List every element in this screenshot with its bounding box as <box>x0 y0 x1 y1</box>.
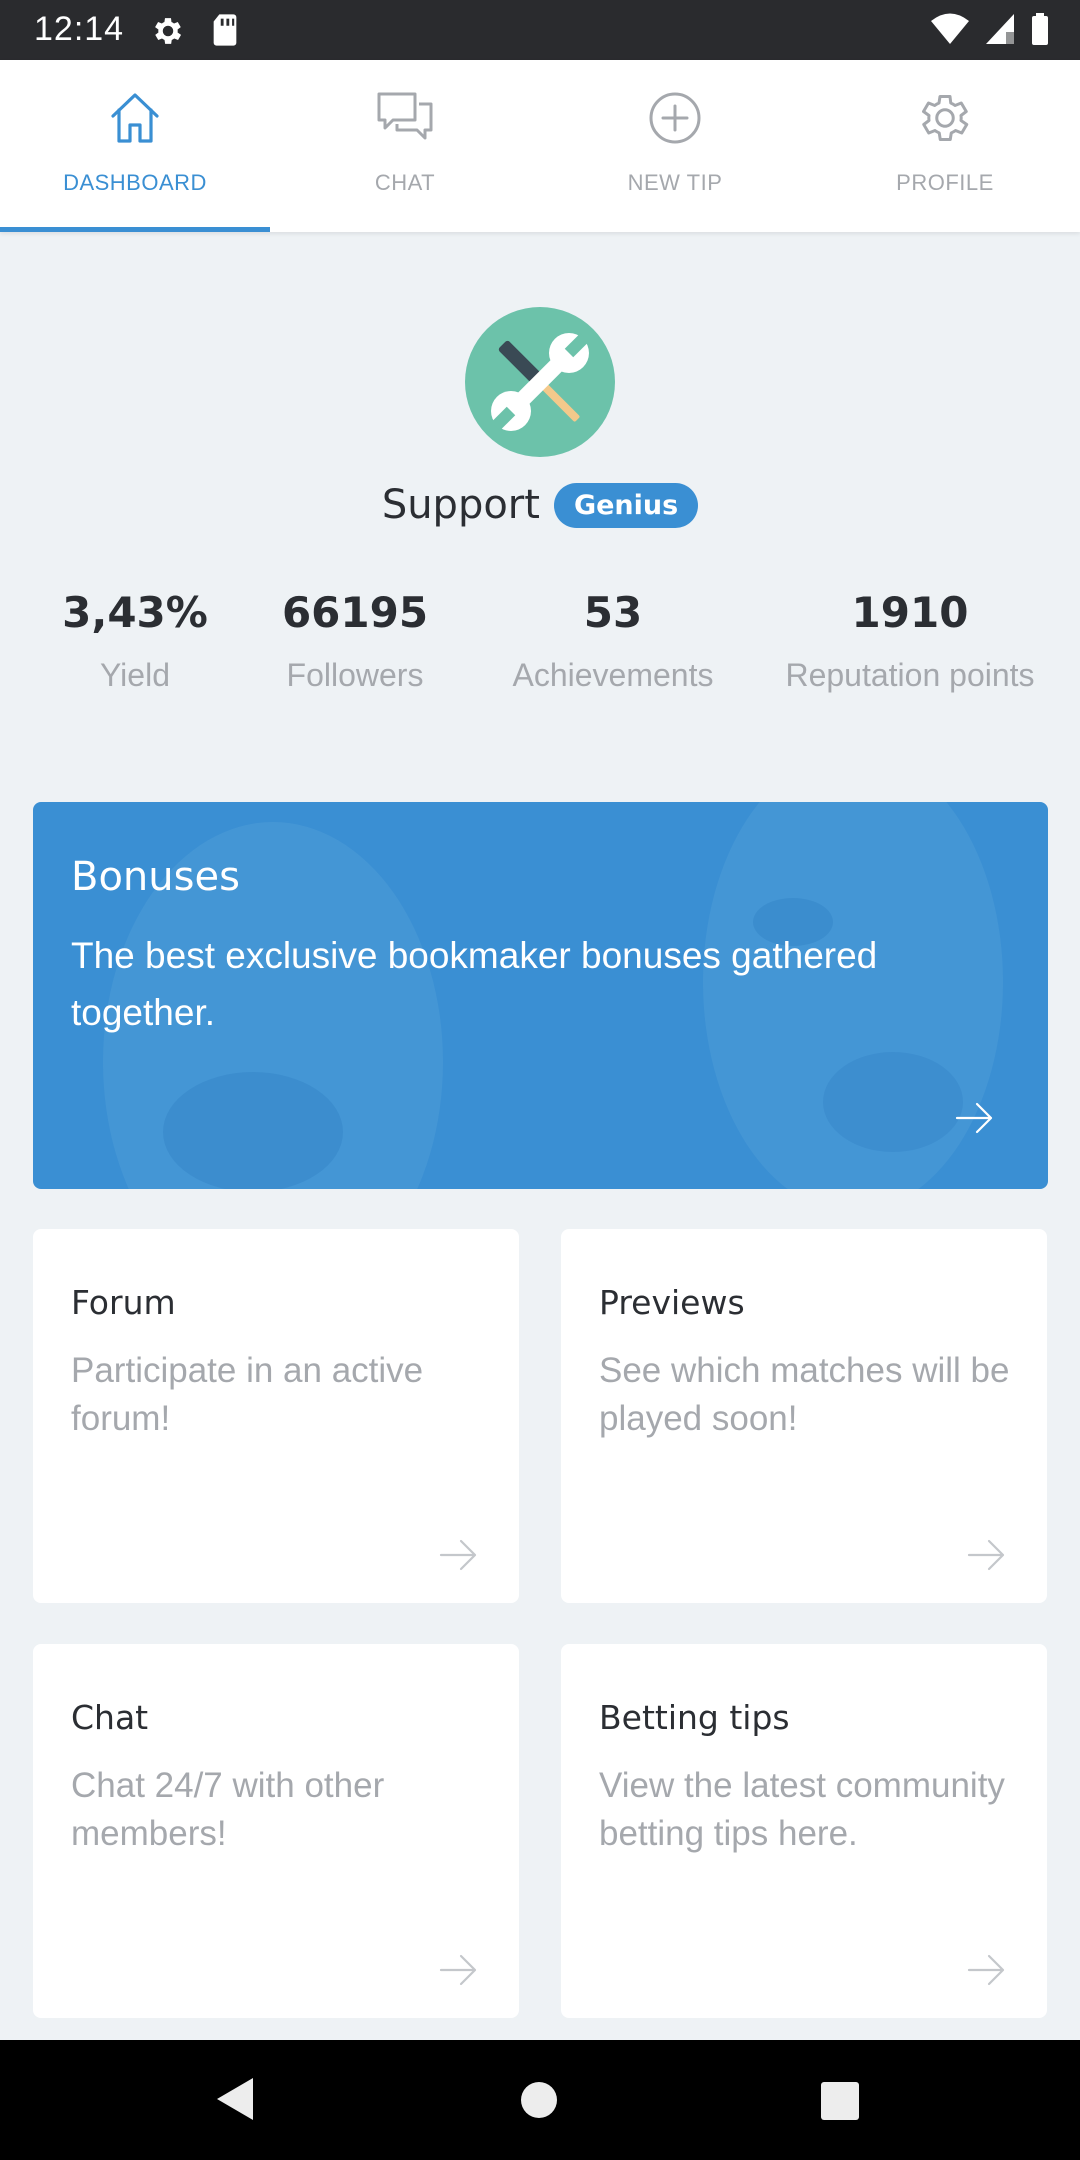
stat-followers-value: 66195 <box>281 588 429 637</box>
stat-yield-value: 3,43% <box>62 588 208 637</box>
tab-chat-label: CHAT <box>374 170 436 195</box>
home-button[interactable] <box>521 2082 557 2118</box>
status-bar: 12:14 <box>0 0 1080 60</box>
stat-achievements: 53 Achievements <box>493 588 733 694</box>
settings-status-icon <box>155 18 182 44</box>
stat-reputation-value: 1910 <box>851 588 969 637</box>
avatar[interactable] <box>465 307 615 457</box>
banner-description: The best exclusive bookmaker bonuses gat… <box>71 935 878 1033</box>
bonuses-banner[interactable]: Bonuses The best exclusive bookmaker bon… <box>33 802 1048 1189</box>
stat-achievements-label: Achievements <box>512 657 714 693</box>
arrow-right-icon <box>967 1954 1005 1986</box>
card-betting-tips[interactable]: Betting tips View the latest community b… <box>561 1644 1047 2018</box>
stat-followers: 66195 Followers <box>265 588 445 694</box>
stat-achievements-value: 53 <box>583 588 643 637</box>
card-previews-title: Previews <box>599 1283 745 1322</box>
card-chat[interactable]: Chat Chat 24/7 with other members! <box>33 1644 519 2018</box>
arrow-right-icon <box>439 1539 477 1571</box>
stat-followers-label: Followers <box>286 657 424 693</box>
profile-name-row: Support Genius <box>0 482 1080 528</box>
card-betting-tips-description: View the latest community betting tips h… <box>599 1766 1005 1853</box>
card-betting-tips-title: Betting tips <box>599 1698 790 1737</box>
arrow-right-icon <box>967 1539 1005 1571</box>
card-previews-description: See which matches will be played soon! <box>599 1351 1010 1438</box>
tab-profile-label: PROFILE <box>896 170 994 195</box>
gear-icon <box>922 95 969 141</box>
tools-icon <box>491 333 589 431</box>
tab-chat[interactable]: CHAT <box>270 60 540 232</box>
home-icon <box>111 93 159 143</box>
wifi-icon <box>931 13 969 44</box>
tab-dashboard-label: DASHBOARD <box>63 170 207 195</box>
card-forum[interactable]: Forum Participate in an active forum! <box>33 1229 519 1603</box>
status-indicators <box>930 12 1050 46</box>
tab-profile[interactable]: PROFILE <box>810 60 1080 232</box>
back-icon[interactable] <box>215 2076 255 2122</box>
chat-bubbles-icon <box>377 92 433 140</box>
tab-new-tip[interactable]: NEW TIP <box>540 60 810 232</box>
card-chat-description: Chat 24/7 with other members! <box>71 1766 385 1853</box>
card-forum-description: Participate in an active forum! <box>71 1351 424 1438</box>
battery-icon <box>1032 13 1048 45</box>
rank-badge: Genius <box>553 482 699 528</box>
system-nav-bar <box>0 2040 1080 2160</box>
stat-yield-label: Yield <box>100 657 170 693</box>
stat-reputation: 1910 Reputation points <box>765 588 1055 694</box>
tab-new-tip-label: NEW TIP <box>627 170 723 195</box>
banner-title: Bonuses <box>71 854 240 900</box>
top-tab-bar: DASHBOARD CHAT NEW TIP PROFILE <box>0 60 1080 232</box>
card-forum-title: Forum <box>71 1283 176 1322</box>
plus-circle-icon <box>649 92 701 144</box>
cell-signal-icon <box>986 14 1014 44</box>
card-previews[interactable]: Previews See which matches will be playe… <box>561 1229 1047 1603</box>
arrow-right-icon <box>955 1102 993 1134</box>
status-time: 12:14 <box>34 10 125 48</box>
card-chat-title: Chat <box>71 1698 149 1737</box>
tab-dashboard[interactable]: DASHBOARD <box>0 60 270 232</box>
recents-button[interactable] <box>821 2082 859 2120</box>
user-name: Support <box>381 482 540 528</box>
stat-yield: 3,43% Yield <box>55 588 215 694</box>
stat-reputation-label: Reputation points <box>785 657 1035 693</box>
arrow-right-icon <box>439 1954 477 1986</box>
sd-card-icon <box>213 14 237 46</box>
